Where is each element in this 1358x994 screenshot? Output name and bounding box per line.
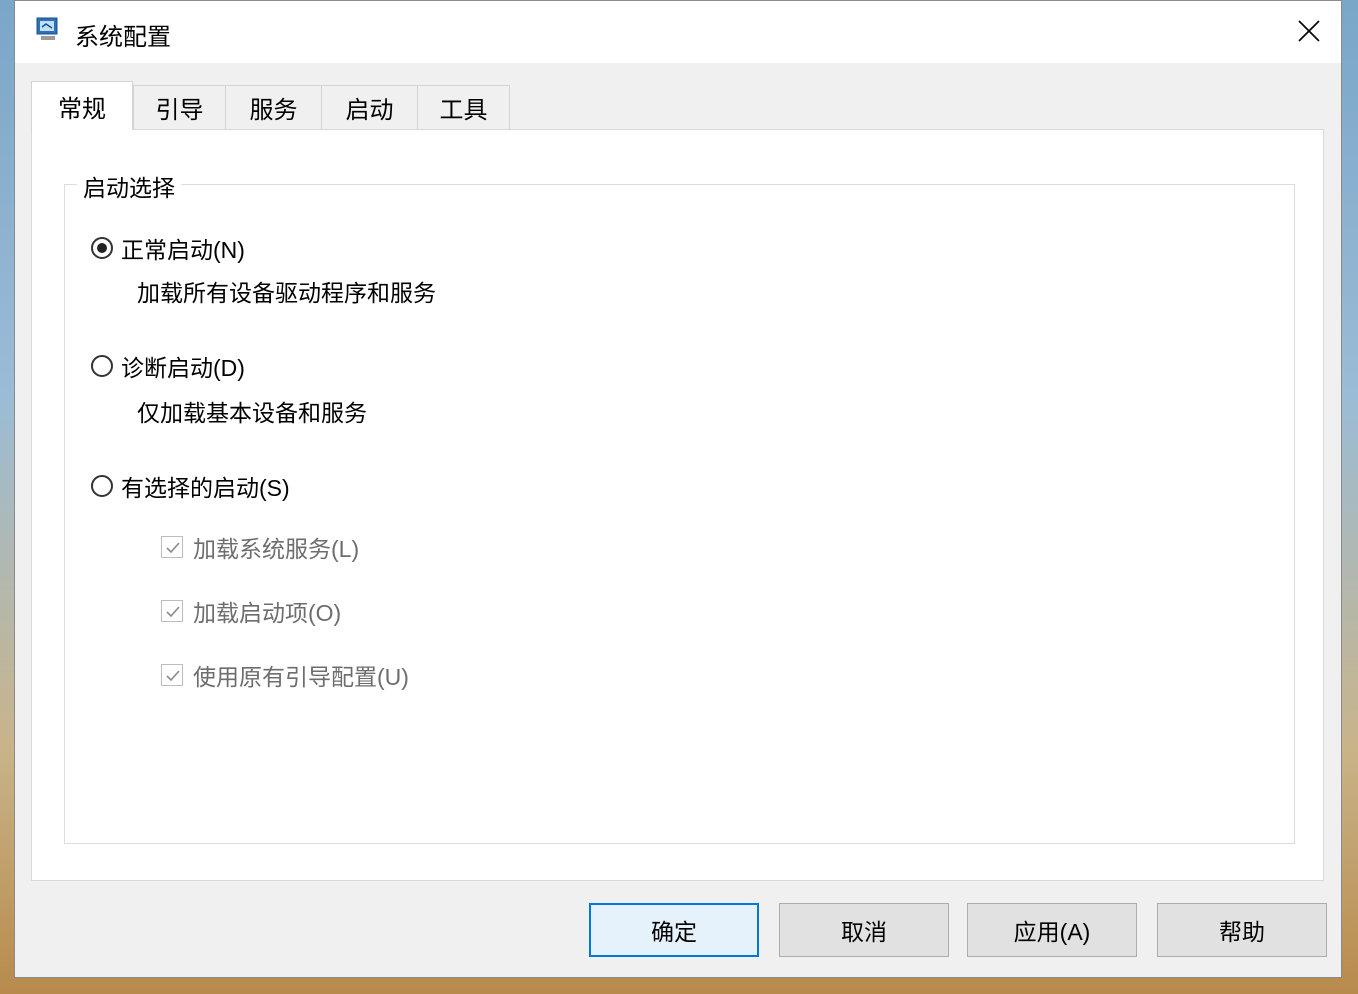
radio-label: 诊断启动(D) [121,355,245,381]
use-original-boot-config-checkbox[interactable] [161,664,183,686]
checkbox-label: 加载系统服务(L) [193,536,360,562]
group-legend: 启动选择 [77,169,181,203]
diagnostic-startup-description: 仅加载基本设备和服务 [137,400,367,426]
checkmark-icon [166,606,180,618]
checkbox-label: 使用原有引导配置(U) [193,664,409,690]
system-config-window: 系统配置 常规 引导 服务 启动 工具 启动选择 正常启动(N) 加载所有设备驱… [14,0,1342,978]
close-button[interactable] [1277,1,1341,63]
apply-button[interactable]: 应用(A) [967,903,1137,957]
use-original-boot-config-option[interactable]: 使用原有引导配置(U) [161,658,409,692]
tab-startup[interactable]: 启动 [321,85,418,129]
selective-startup-option[interactable]: 有选择的启动(S) [91,469,290,503]
help-button[interactable]: 帮助 [1157,903,1327,957]
radio-label: 有选择的启动(S) [121,475,290,501]
title-bar[interactable]: 系统配置 [15,1,1341,63]
load-startup-items-checkbox[interactable] [161,600,183,622]
tab-tools[interactable]: 工具 [417,85,510,129]
startup-selection-group: 启动选择 正常启动(N) 加载所有设备驱动程序和服务 诊断启动(D) 仅加载基本… [64,169,1295,844]
radio-normal-startup[interactable] [91,237,113,259]
radio-diagnostic-startup[interactable] [91,355,113,377]
checkmark-icon [166,542,180,554]
radio-selective-startup[interactable] [91,475,113,497]
load-startup-items-option[interactable]: 加载启动项(O) [161,594,341,628]
tab-services[interactable]: 服务 [225,85,322,129]
diagnostic-startup-option[interactable]: 诊断启动(D) [91,349,245,383]
monitor-icon [33,15,63,45]
checkmark-icon [166,670,180,682]
ok-button[interactable]: 确定 [589,903,759,957]
window-title: 系统配置 [75,24,171,51]
checkbox-label: 加载启动项(O) [193,600,342,626]
tab-general[interactable]: 常规 [31,81,133,130]
close-icon [1298,20,1320,42]
tab-panel-general: 启动选择 正常启动(N) 加载所有设备驱动程序和服务 诊断启动(D) 仅加载基本… [31,129,1324,881]
load-system-services-option[interactable]: 加载系统服务(L) [161,530,359,564]
tab-boot[interactable]: 引导 [133,85,226,129]
normal-startup-description: 加载所有设备驱动程序和服务 [137,280,436,306]
cancel-button[interactable]: 取消 [779,903,949,957]
normal-startup-option[interactable]: 正常启动(N) [91,231,245,265]
load-system-services-checkbox[interactable] [161,536,183,558]
radio-label: 正常启动(N) [121,237,245,263]
